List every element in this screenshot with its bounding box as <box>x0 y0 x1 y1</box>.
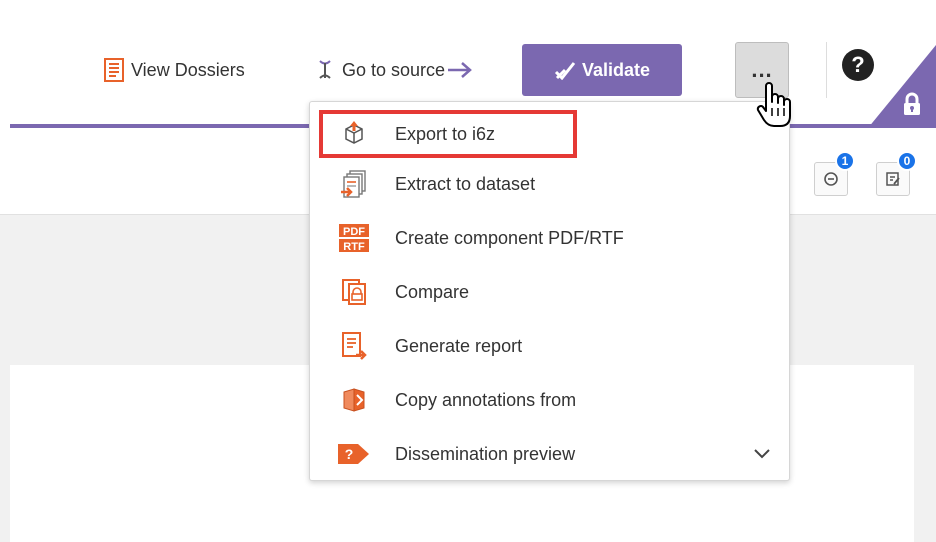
source-icon <box>314 58 336 82</box>
validate-label: Validate <box>581 59 651 80</box>
lock-icon[interactable] <box>902 92 922 116</box>
menu-item-extract-dataset[interactable]: Extract to dataset <box>310 160 789 208</box>
pdf-text: PDF <box>343 226 365 238</box>
view-dossiers-link[interactable]: View Dossiers <box>103 58 245 82</box>
more-actions-button[interactable]: ... <box>735 42 789 98</box>
extract-dataset-icon <box>338 168 370 200</box>
menu-item-label: Create component PDF/RTF <box>395 227 624 248</box>
dissemination-icon-text: ? <box>345 446 354 462</box>
history-button[interactable]: 1 <box>814 151 855 196</box>
menu-item-label: Generate report <box>395 335 523 356</box>
menu-item-label: Export to i6z <box>395 123 496 144</box>
chevron-down-icon[interactable] <box>752 444 772 464</box>
menu-item-label: Copy annotations from <box>395 389 577 410</box>
clock-icon <box>824 172 838 186</box>
menu-item-copy-annotations[interactable]: Copy annotations from <box>310 376 789 424</box>
menu-item-dissemination-preview[interactable]: ? Dissemination preview <box>310 430 789 478</box>
pdf-rtf-icon: PDF RTF <box>338 222 370 254</box>
rtf-text: RTF <box>343 241 365 253</box>
export-i6z-icon <box>338 118 370 150</box>
view-dossiers-label: View Dossiers <box>131 59 245 80</box>
menu-item-export-i6z[interactable]: Export to i6z <box>310 110 789 158</box>
more-actions-menu: Export to i6z Extract to dataset PDF RTF <box>309 101 790 481</box>
menu-item-compare[interactable]: Compare <box>310 268 789 316</box>
copy-annotations-icon <box>338 384 370 416</box>
compare-icon <box>338 276 370 308</box>
validate-button[interactable]: Validate <box>522 44 682 96</box>
dossier-icon <box>103 58 125 82</box>
notes-count-badge: 0 <box>897 151 917 171</box>
history-count-badge: 1 <box>835 151 855 171</box>
menu-item-label: Dissemination preview <box>395 443 576 464</box>
validate-icon <box>554 60 576 80</box>
notes-button[interactable]: 0 <box>876 151 917 196</box>
menu-item-label: Extract to dataset <box>395 173 536 194</box>
go-to-source-link[interactable]: Go to source <box>314 58 473 82</box>
menu-item-label: Compare <box>395 281 470 302</box>
menu-item-generate-report[interactable]: Generate report <box>310 322 789 370</box>
report-icon <box>338 330 370 362</box>
dissemination-icon: ? <box>338 438 370 470</box>
go-to-source-label: Go to source <box>342 59 446 80</box>
edit-note-icon <box>886 172 900 186</box>
help-icon[interactable]: ? <box>842 49 874 81</box>
menu-item-create-pdf-rtf[interactable]: PDF RTF Create component PDF/RTF <box>310 214 789 262</box>
arrow-right-icon <box>447 61 473 79</box>
